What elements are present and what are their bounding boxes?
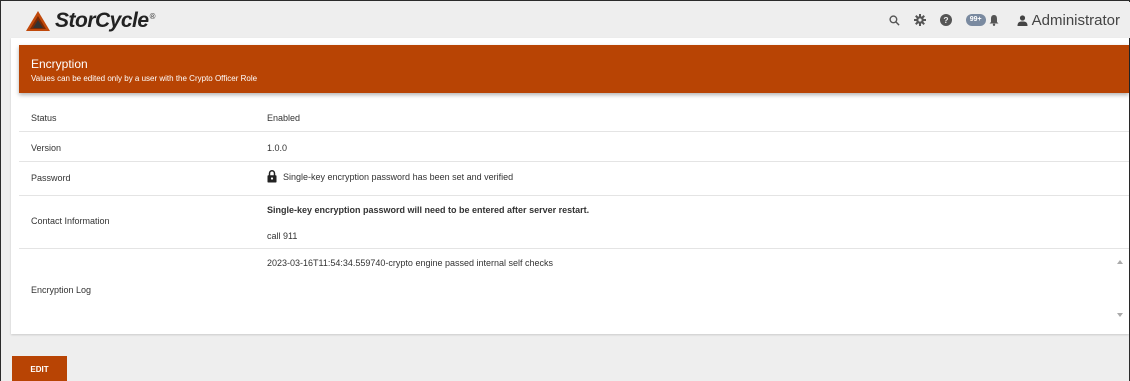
- svg-text:?: ?: [943, 15, 948, 25]
- version-label: Version: [31, 143, 62, 153]
- storcycle-logo[interactable]: StorCycle®: [25, 8, 155, 34]
- encryption-log-text: 2023-03-16T11:54:34.559740-crypto engine…: [267, 258, 554, 268]
- bell-icon[interactable]: [989, 14, 999, 26]
- contact-value: call 911: [267, 231, 298, 241]
- scroll-down-arrow[interactable]: [1117, 313, 1123, 317]
- page-subtitle: Values can be edited only by a user with…: [31, 74, 258, 83]
- top-bar: StorCycle® ? 99+ Administrator: [2, 2, 1130, 38]
- encryption-card: Encryption Values can be edited only by …: [11, 38, 1129, 334]
- row-encryption-log: Encryption Log 2023-03-16T11:54:34.55974…: [19, 249, 1129, 327]
- password-value: Single-key encryption password has been …: [267, 170, 513, 183]
- status-value: Enabled: [267, 113, 301, 123]
- page-title: Encryption: [31, 57, 88, 71]
- row-version: Version 1.0.0: [19, 132, 1129, 162]
- user-menu-label[interactable]: Administrator: [1032, 12, 1120, 29]
- lock-icon: [267, 170, 277, 183]
- user-icon[interactable]: [1017, 14, 1028, 26]
- scroll-up-arrow[interactable]: [1117, 260, 1123, 264]
- version-value: 1.0.0: [267, 143, 288, 153]
- row-contact-information: Contact Information Single-key encryptio…: [19, 196, 1129, 249]
- contact-restart-note: Single-key encryption password will need…: [267, 205, 590, 215]
- logo-text: StorCycle®: [55, 9, 155, 33]
- logo-wordmark: StorCycle: [55, 9, 149, 32]
- gear-icon[interactable]: [913, 14, 926, 26]
- password-label: Password: [31, 173, 71, 183]
- search-icon[interactable]: [889, 14, 900, 26]
- row-password: Password Single-key encryption password …: [19, 162, 1129, 196]
- logo-triangle-icon: [26, 11, 50, 31]
- row-status: Status Enabled: [19, 102, 1129, 132]
- help-icon[interactable]: ?: [939, 14, 952, 26]
- card-header: Encryption Values can be edited only by …: [19, 45, 1129, 93]
- edit-button[interactable]: EDIT: [12, 356, 67, 381]
- password-status-text: Single-key encryption password has been …: [283, 172, 514, 182]
- top-bar-actions: ? 99+ Administrator: [889, 8, 1120, 32]
- status-label: Status: [31, 113, 57, 123]
- details-table: Status Enabled Version 1.0.0 Password Si…: [19, 102, 1129, 327]
- app-frame: StorCycle® ? 99+ Administrator Encryptio…: [0, 0, 1130, 381]
- logo-registered-mark: ®: [149, 12, 156, 21]
- encryption-log-textarea[interactable]: 2023-03-16T11:54:34.559740-crypto engine…: [267, 249, 1127, 321]
- encryption-log-label: Encryption Log: [31, 285, 92, 295]
- notification-badge[interactable]: 99+: [965, 14, 986, 26]
- contact-label: Contact Information: [31, 216, 110, 226]
